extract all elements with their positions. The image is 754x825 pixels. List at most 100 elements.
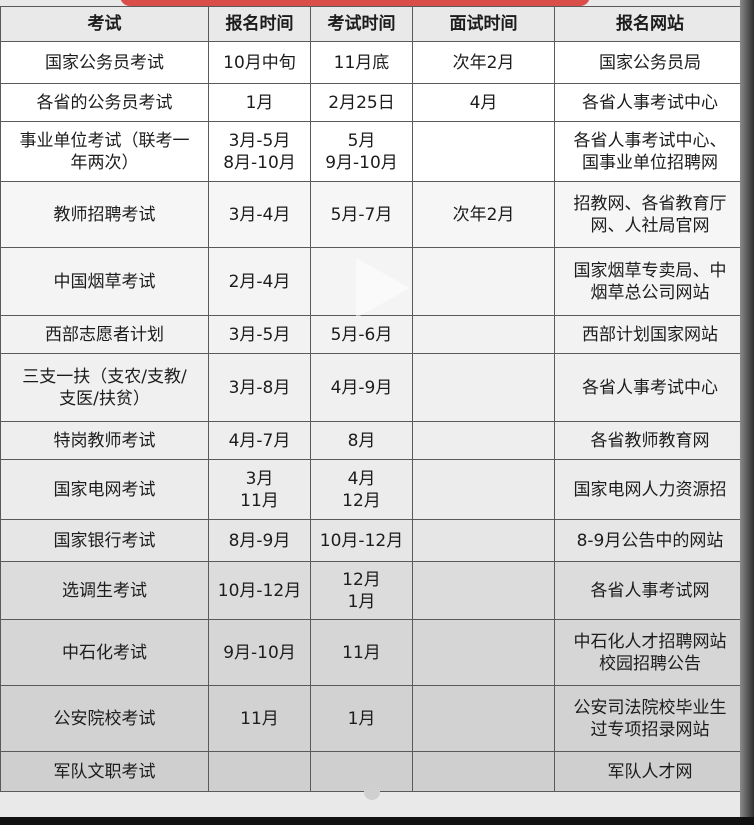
registration-site-cell: 公安司法院校毕业生 过专项招录网站 xyxy=(554,685,746,752)
bottom-bar xyxy=(0,817,754,825)
cell-text-line: 9月-10月 xyxy=(325,152,398,173)
exam-name-cell: 特岗教师考试 xyxy=(0,421,209,460)
exam-time-cell: 5月 9月-10月 xyxy=(310,121,413,182)
cell-text-line: 事业单位考试（联考一 xyxy=(19,130,190,151)
table-row: 特岗教师考试 4月-7月 8月 各省教师教育网 xyxy=(0,421,746,460)
cell-text-line: 国家公务员局 xyxy=(599,52,701,73)
cell-text-line: 西部计划国家网站 xyxy=(582,324,718,345)
interview-time-cell: 次年2月 xyxy=(412,181,555,248)
cell-text-line: 公安院校考试 xyxy=(53,708,156,729)
registration-time-cell: 3月-5月 8月-10月 xyxy=(208,121,311,182)
cell-text-line: 次年2月 xyxy=(452,204,515,225)
cell-text-line: 3月-5月 xyxy=(228,324,291,345)
interview-time-cell xyxy=(412,619,555,686)
cell-text-line: 网、人社局官网 xyxy=(590,215,710,236)
cell-text-line: 2月25日 xyxy=(328,92,395,113)
cell-text-line: 4月 xyxy=(469,92,498,113)
registration-time-cell: 1月 xyxy=(208,83,311,122)
cell-text-line: 国家电网人力资源招 xyxy=(573,479,727,500)
cell-text-line: 12月 xyxy=(342,569,381,590)
exam-time-cell: 12月 1月 xyxy=(310,561,413,620)
cell-text-line: 西部志愿者计划 xyxy=(45,324,164,345)
interview-time-cell xyxy=(412,421,555,460)
cell-text-line: 11月 xyxy=(342,642,381,663)
registration-site-cell: 各省人事考试中心 xyxy=(554,83,746,122)
exam-name-cell: 中石化考试 xyxy=(0,619,209,686)
interview-time-cell: 4月 xyxy=(412,83,555,122)
exam-name-cell: 国家电网考试 xyxy=(0,459,209,520)
cell-text-line: 9月-10月 xyxy=(223,642,296,663)
registration-site-cell: 国家烟草专卖局、中 烟草总公司网站 xyxy=(554,247,746,316)
cell-text-line: 2月-4月 xyxy=(228,271,291,292)
cell-text-line: 国家银行考试 xyxy=(53,530,156,551)
document-page: 考试 报名时间 考试时间 面试时间 报名网站 国家公务员考试 10月中旬 11月底次… xyxy=(0,0,746,825)
registration-time-cell: 3月-8月 xyxy=(208,353,311,422)
cell-text-line: 三支一扶（支农/支教/ xyxy=(22,366,187,387)
table-row: 选调生考试 10月-12月 12月 1月 各省人事考试网 xyxy=(0,561,746,620)
cell-text-line: 过专项招录网站 xyxy=(590,719,710,740)
registration-time-cell: 10月-12月 xyxy=(208,561,311,620)
registration-site-cell: 8-9月公告中的网站 xyxy=(554,519,746,562)
exam-name-cell: 各省的公务员考试 xyxy=(0,83,209,122)
cell-text-line: 军队文职考试 xyxy=(53,761,156,782)
cell-text-line: 11月 xyxy=(240,708,279,729)
cell-text-line: 8月 xyxy=(347,430,376,451)
cell-text-line: 11月 xyxy=(240,490,279,511)
cell-text-line: 选调生考试 xyxy=(62,580,147,601)
cell-text-line: 教师招聘考试 xyxy=(53,204,156,225)
exam-time-cell: 10月-12月 xyxy=(310,519,413,562)
cell-text-line: 国家电网考试 xyxy=(53,479,156,500)
registration-time-cell: 3月 11月 xyxy=(208,459,311,520)
table-row: 国家电网考试 3月 11月 4月 12月 国家电网人力资源招 xyxy=(0,459,746,520)
header-interview-time: 面试时间 xyxy=(412,6,555,42)
exam-time-cell: 5月-7月 xyxy=(310,181,413,248)
registration-site-cell: 各省人事考试网 xyxy=(554,561,746,620)
cell-text-line: 支医/扶贫） xyxy=(59,388,150,409)
table-row: 国家公务员考试 10月中旬 11月底 次年2月 国家公务员局 xyxy=(0,41,746,84)
cell-text-line: 公安司法院校毕业生 xyxy=(573,697,727,718)
page-indicator-dot xyxy=(364,784,380,800)
cell-text-line: 4月 xyxy=(347,468,376,489)
registration-time-cell: 3月-5月 xyxy=(208,315,311,354)
interview-time-cell: 次年2月 xyxy=(412,41,555,84)
cell-text-line: 国家公务员考试 xyxy=(45,52,164,73)
registration-time-cell: 9月-10月 xyxy=(208,619,311,686)
cell-text-line: 3月-4月 xyxy=(228,204,291,225)
table-row: 三支一扶（支农/支教/支医/扶贫） 3月-8月 4月-9月 各省人事考试中心 xyxy=(0,353,746,422)
exam-name-cell: 选调生考试 xyxy=(0,561,209,620)
interview-time-cell xyxy=(412,459,555,520)
header-registration-site: 报名网站 xyxy=(554,6,746,42)
registration-site-cell: 军队人才网 xyxy=(554,751,746,792)
table-row: 各省的公务员考试 1月 2月25日 4月 各省人事考试中心 xyxy=(0,83,746,122)
exam-name-cell: 事业单位考试（联考一 年两次） xyxy=(0,121,209,182)
cell-text-line: 军队人才网 xyxy=(607,761,693,782)
table-row: 国家银行考试 8月-9月 10月-12月 8-9月公告中的网站 xyxy=(0,519,746,562)
table-header-row: 考试 报名时间 考试时间 面试时间 报名网站 xyxy=(0,6,746,42)
interview-time-cell xyxy=(412,751,555,792)
cell-text-line: 8月-10月 xyxy=(223,152,296,173)
exam-name-cell: 国家公务员考试 xyxy=(0,41,209,84)
cell-text-line: 次年2月 xyxy=(452,52,515,73)
cell-text-line: 10月中旬 xyxy=(223,52,296,73)
registration-site-cell: 国家电网人力资源招 xyxy=(554,459,746,520)
header-registration-time: 报名时间 xyxy=(208,6,311,42)
exam-name-cell: 国家银行考试 xyxy=(0,519,209,562)
registration-site-cell: 各省人事考试中心 xyxy=(554,353,746,422)
cell-text-line: 国家烟草专卖局、中 xyxy=(573,260,727,281)
header-exam: 考试 xyxy=(0,6,209,42)
exam-name-cell: 西部志愿者计划 xyxy=(0,315,209,354)
cell-text-line: 校园招聘公告 xyxy=(599,653,701,674)
cell-text-line: 1月 xyxy=(347,708,376,729)
interview-time-cell xyxy=(412,519,555,562)
cell-text-line: 1月 xyxy=(245,92,274,113)
cell-text-line: 烟草总公司网站 xyxy=(590,282,710,303)
cell-text-line: 1月 xyxy=(347,591,376,612)
cell-text-line: 5月-7月 xyxy=(330,204,393,225)
registration-site-cell: 西部计划国家网站 xyxy=(554,315,746,354)
exam-time-cell: 2月25日 xyxy=(310,83,413,122)
cell-text-line: 4月-9月 xyxy=(330,377,393,398)
play-icon[interactable] xyxy=(338,248,418,328)
registration-site-cell: 招教网、各省教育厅 网、人社局官网 xyxy=(554,181,746,248)
exam-name-cell: 三支一扶（支农/支教/支医/扶贫） xyxy=(0,353,209,422)
exam-name-cell: 军队文职考试 xyxy=(0,751,209,792)
